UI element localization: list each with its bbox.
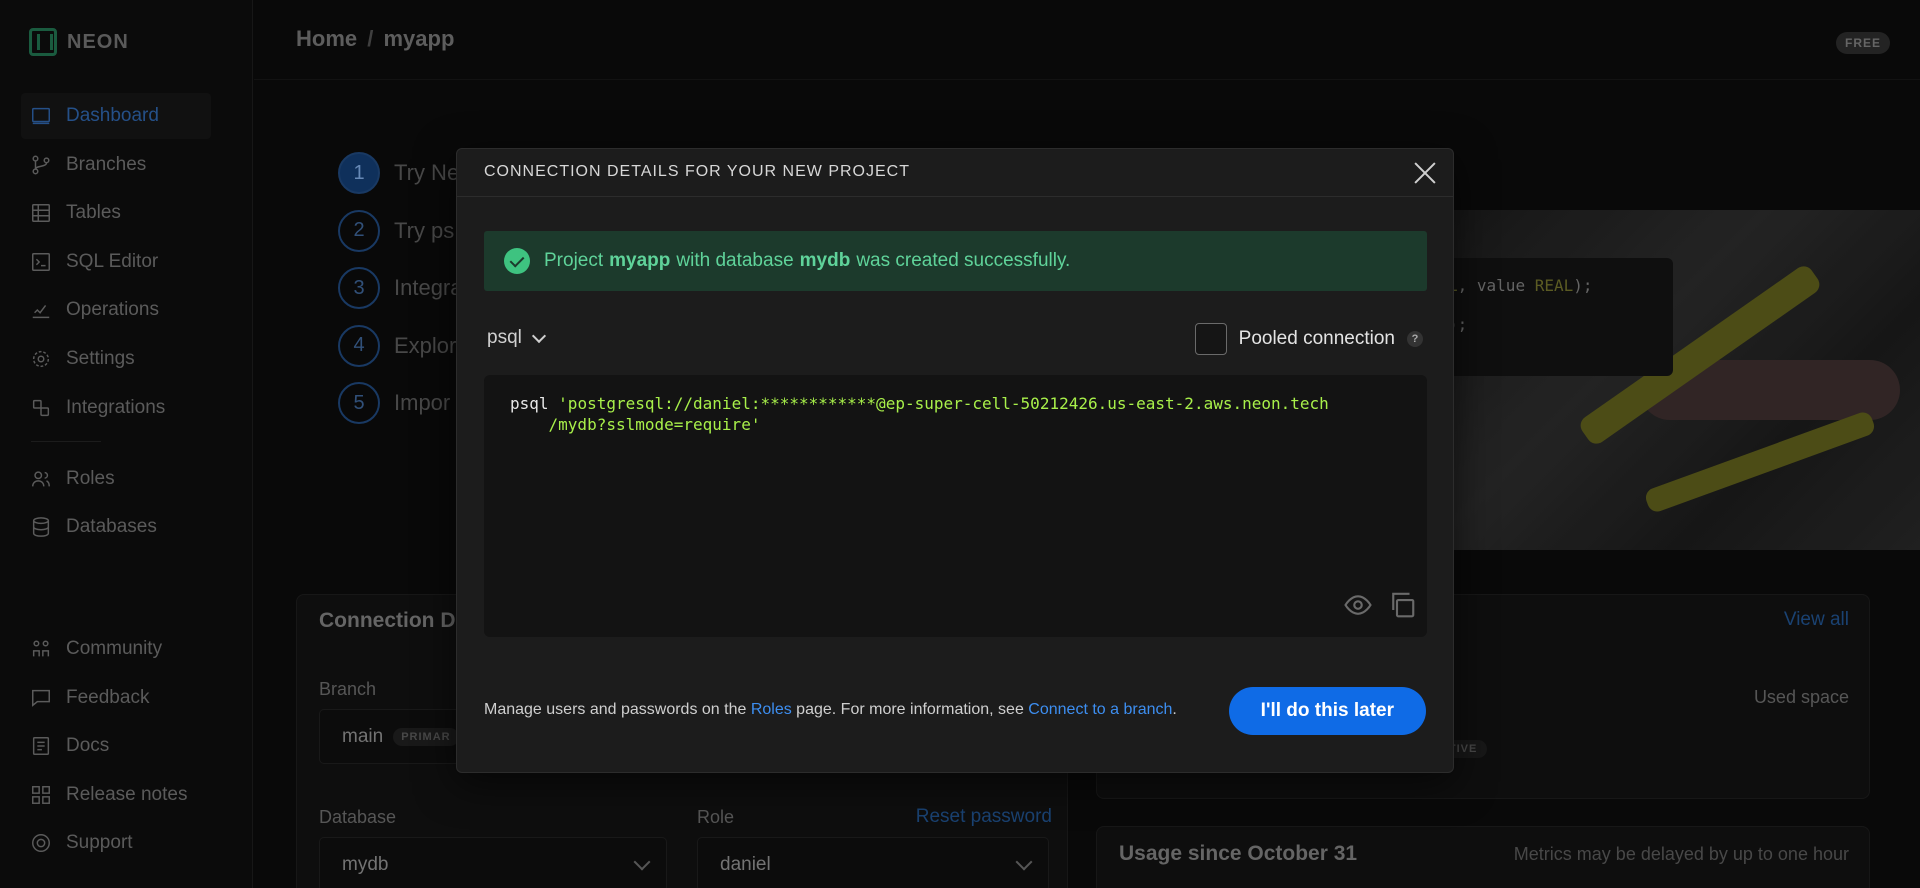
connect-to-branch-link[interactable]: Connect to a branch: [1028, 701, 1172, 718]
chevron-down-icon: [531, 328, 546, 343]
footer-text: .: [1172, 701, 1177, 718]
roles-link[interactable]: Roles: [751, 701, 792, 718]
modal-title: CONNECTION DETAILS FOR YOUR NEW PROJECT: [484, 163, 910, 180]
success-database-name: mydb: [799, 250, 851, 271]
footer-text: page. For more information, see: [791, 701, 1029, 718]
check-circle-icon: [504, 248, 530, 274]
pooled-connection-toggle: Pooled connection ?: [1194, 323, 1423, 355]
code-string: /mydb?sslmode=require': [510, 415, 761, 434]
help-icon[interactable]: ?: [1407, 331, 1423, 347]
connection-details-modal: CONNECTION DETAILS FOR YOUR NEW PROJECT …: [456, 148, 1454, 773]
client-value: psql: [487, 327, 522, 348]
modal-header: CONNECTION DETAILS FOR YOUR NEW PROJECT: [457, 149, 1453, 197]
success-project-name: myapp: [609, 250, 671, 271]
do-this-later-button[interactable]: I'll do this later: [1228, 687, 1426, 735]
modal-footer-text: Manage users and passwords on the Roles …: [484, 701, 1177, 719]
pooled-connection-checkbox[interactable]: [1194, 323, 1227, 355]
success-text: Project: [544, 250, 604, 271]
footer-text: Manage users and passwords on the: [484, 701, 751, 718]
success-alert: Project myapp with database mydb was cre…: [484, 231, 1427, 291]
connection-string-box: psql 'postgresql://daniel:************@e…: [484, 375, 1427, 637]
pooled-connection-label[interactable]: Pooled connection: [1239, 328, 1395, 350]
code-string: 'postgresql://daniel:************@ep-sup…: [558, 394, 1329, 413]
code-actions: [1343, 590, 1417, 625]
success-text: with database: [676, 250, 794, 271]
copy-icon[interactable]: [1387, 590, 1417, 625]
connection-string[interactable]: psql 'postgresql://daniel:************@e…: [510, 393, 1347, 435]
close-icon[interactable]: [1411, 159, 1439, 187]
code-command: psql: [510, 394, 559, 413]
client-dropdown[interactable]: psql: [487, 327, 546, 349]
eye-icon[interactable]: [1343, 590, 1373, 625]
success-text: was created successfully.: [856, 250, 1071, 271]
